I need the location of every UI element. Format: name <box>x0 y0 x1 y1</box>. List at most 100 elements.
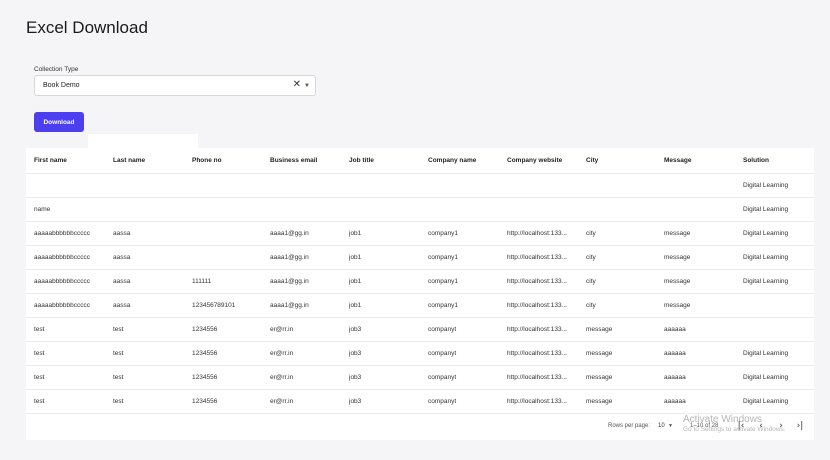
table-row: test test 1234556 er@rr.in job3 companyt http:… <box>26 342 814 366</box>
table-cell: er@rr.in <box>270 398 294 405</box>
table-cell: aassa <box>113 254 131 261</box>
page-title: Excel Download <box>26 18 148 37</box>
table-cell <box>192 246 268 269</box>
collection-type-select[interactable]: Book Demo ✕ ▼ <box>34 75 316 96</box>
table-cell: job3 <box>349 350 362 357</box>
table-cell <box>586 174 661 197</box>
table-row: name Digital Learning <box>26 198 814 222</box>
table-row: test test 1234556 er@rr.in job3 companyt http:… <box>26 366 814 390</box>
table-cell: aaaaabbbbbbccccc <box>34 254 91 261</box>
column-header: Business email <box>270 157 318 164</box>
rows-per-page-select[interactable]: 10 <box>658 423 665 429</box>
table-cell: message <box>586 350 613 357</box>
activate-windows-watermark: Activate Windows Go to Settings to activ… <box>683 414 830 433</box>
table-cell: message <box>586 374 613 381</box>
table-cell: 111111 <box>192 278 212 285</box>
table-cell: aaaaabbbbbbccccc <box>34 278 91 285</box>
table-cell: company1 <box>428 302 458 309</box>
watermark-subtitle: Go to Settings to activate Windows. <box>683 426 786 433</box>
table-cell: companyt <box>428 326 457 333</box>
close-icon[interactable]: ✕ <box>293 79 301 91</box>
download-button[interactable]: Download <box>34 112 84 132</box>
table-cell: Digital Learning <box>743 278 789 285</box>
watermark-title: Activate Windows <box>683 414 762 425</box>
table-cell: test <box>113 374 124 381</box>
table-cell: message <box>664 230 691 237</box>
table-cell: company1 <box>428 278 458 285</box>
table-cell: aaaaaa <box>664 374 686 381</box>
table-cell: Digital Learning <box>743 206 789 213</box>
table-cell: company1 <box>428 230 458 237</box>
table-row: test test 1234556 er@rr.in job3 companyt http:… <box>26 318 814 342</box>
table-cell: aassa <box>113 230 131 237</box>
collection-type-value: Book Demo <box>43 82 80 89</box>
table-cell <box>507 198 583 221</box>
table-cell <box>113 174 189 197</box>
column-header: Job title <box>349 157 374 164</box>
table-cell: 1234556 <box>192 350 218 357</box>
table-cell: http://localhost:133... <box>507 278 567 285</box>
table-cell: aaaaabbbbbbccccc <box>34 230 91 237</box>
collection-type-label: Collection Type <box>34 66 79 73</box>
table-cell <box>192 222 268 245</box>
table-cell <box>270 174 346 197</box>
column-header: Company website <box>507 157 563 164</box>
table-cell: aaaa1@gg.in <box>270 230 309 237</box>
table-row: Digital Learning <box>26 174 814 198</box>
column-header: City <box>586 157 599 164</box>
table-cell: Digital Learning <box>743 398 789 405</box>
table-row: aaaaabbbbbbccccc aassa aaaa1@gg.in job1 comp… <box>26 222 814 246</box>
table-cell: Digital Learning <box>743 350 789 357</box>
data-table: First name Last name Phone no Business emai… <box>26 148 814 440</box>
table-cell <box>192 174 268 197</box>
table-cell: Digital Learning <box>743 254 789 261</box>
table-cell: aassa <box>113 278 131 285</box>
table-header-row: First name Last name Phone no Business emai… <box>26 148 814 174</box>
table-cell: job1 <box>349 278 362 285</box>
table-cell: companyt <box>428 398 457 405</box>
table-cell: Digital Learning <box>743 374 789 381</box>
table-cell: job1 <box>349 254 362 261</box>
table-cell: 123456789101 <box>192 302 236 309</box>
table-cell: http://localhost:133... <box>507 230 567 237</box>
chevron-down-icon[interactable]: ▼ <box>668 423 673 429</box>
table-row: aaaaabbbbbbccccc aassa aaaa1@gg.in job1 comp… <box>26 246 814 270</box>
column-header: Message <box>664 157 692 164</box>
table-cell <box>428 174 504 197</box>
table-cell: 1234556 <box>192 374 218 381</box>
table-cell: 1234556 <box>192 398 218 405</box>
table-cell <box>34 174 110 197</box>
table-cell: city <box>586 254 596 261</box>
table-cell: http://localhost:133... <box>507 326 567 333</box>
table-cell: job3 <box>349 326 362 333</box>
tab-strip <box>88 134 198 148</box>
table-cell: Digital Learning <box>743 182 789 189</box>
table-cell <box>743 294 813 317</box>
table-cell: city <box>586 230 596 237</box>
table-cell: er@rr.in <box>270 350 294 357</box>
table-cell: er@rr.in <box>270 374 294 381</box>
column-header: Solution <box>743 157 769 164</box>
table-cell <box>192 198 268 221</box>
table-cell <box>743 318 813 341</box>
table-cell: test <box>113 398 124 405</box>
table-cell: job3 <box>349 398 362 405</box>
table-cell: test <box>34 350 45 357</box>
table-cell: http://localhost:133... <box>507 350 567 357</box>
table-cell: company1 <box>428 254 458 261</box>
table-row: aaaaabbbbbbccccc aassa 111111 aaaa1@gg.in jo… <box>26 270 814 294</box>
table-cell: aaaaaa <box>664 350 686 357</box>
chevron-down-icon[interactable]: ▼ <box>304 80 310 92</box>
table-cell <box>428 198 504 221</box>
table-cell: http://localhost:133... <box>507 254 567 261</box>
table-cell: test <box>113 350 124 357</box>
table-cell: test <box>113 326 124 333</box>
table-cell <box>586 198 661 221</box>
table-cell: test <box>34 326 45 333</box>
table-cell: aaaaaa <box>664 398 686 405</box>
table-cell: message <box>664 254 691 261</box>
table-cell: Digital Learning <box>743 230 789 237</box>
table-cell: job1 <box>349 230 362 237</box>
table-cell <box>270 198 346 221</box>
rows-per-page-label: Rows per page: <box>608 423 651 429</box>
